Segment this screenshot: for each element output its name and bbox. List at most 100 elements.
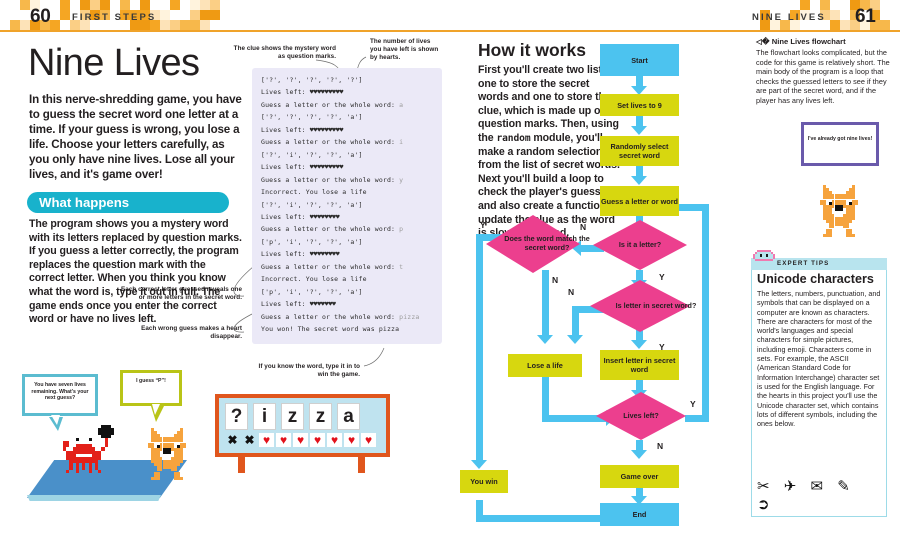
pixel (772, 256, 775, 259)
pixel-tile (190, 0, 200, 10)
pixel-tile (210, 10, 220, 20)
expert-tips-body: The letters, numbers, punctuation, and s… (757, 289, 881, 429)
flow-node-you-win: You win (460, 470, 508, 493)
crab-character (63, 425, 115, 480)
branch-label-y: Y (480, 220, 486, 230)
cat-speech-text-left: I guess “P”! (136, 378, 166, 384)
board-tiles: ? i z z a (219, 398, 386, 430)
pixel (98, 469, 102, 473)
board-mark-heart: ♥ (310, 433, 325, 447)
console-line: Lives left: ♥♥♥♥♥♥♥ (261, 300, 336, 309)
pixel-tile (170, 20, 180, 30)
pixel-tile (830, 10, 840, 20)
annotation-correct-letter: Each correct letter guessed reveals one … (121, 286, 242, 302)
board-mark-x: ✖ (227, 433, 238, 447)
board-tile: z (281, 403, 304, 430)
flow-decision-word-match-label: Does the word match the secret word? (504, 234, 590, 252)
console-line: ['?', 'i', '?', '?', 'a'] (261, 200, 363, 209)
board-tile: z (309, 403, 332, 430)
what-happens-body: The program shows you a mystery word wit… (29, 218, 242, 326)
branch-label-y: Y (690, 399, 696, 409)
pixel-tile (10, 20, 20, 30)
pixel (82, 466, 86, 470)
running-head-right: NINE LIVES (752, 12, 826, 23)
pixel-tile (140, 0, 150, 10)
illustration-scene: You have seven lives remaining. What's y… (0, 370, 450, 530)
flow-decision-lives-left: Lives left? (596, 392, 686, 440)
pixel (179, 459, 183, 463)
what-happens-label: What happens (39, 195, 130, 210)
flow-node-random-select: Randomly select secret word (600, 136, 679, 166)
console-line: Lives left: ♥♥♥♥♥♥♥♥ (261, 250, 340, 259)
crab-speech-text: You have seven lives remaining. What's y… (31, 382, 89, 402)
console-user-input: pizza (399, 312, 420, 321)
pixel (770, 258, 773, 261)
console-line: You won! The secret word was pizza (261, 325, 400, 334)
pixel (88, 469, 92, 473)
branch-label-n: N (580, 222, 587, 232)
pixel-tile (830, 20, 840, 30)
page-title: Nine Lives (28, 42, 200, 84)
cat-character-left (148, 428, 188, 481)
pixel-tile (190, 20, 200, 30)
pixel-tile (200, 10, 210, 20)
board-mark-heart: ♥ (293, 433, 308, 447)
pixel (104, 444, 108, 448)
pixel (177, 462, 180, 466)
unicode-symbols-row: ✂ ✈ ✉ ✎ ➲ (757, 478, 855, 513)
board-mark-heart: ♥ (259, 433, 274, 447)
crab-speech-bubble: You have seven lives remaining. What's y… (22, 374, 98, 431)
pixel-tile (160, 20, 170, 30)
pixel (98, 457, 102, 461)
flow-node-lose-life: Lose a life (508, 354, 582, 377)
flow-decision-letter-in-word: Is letter in secret word? (590, 280, 696, 332)
board-mark-heart: ♥ (327, 433, 342, 447)
board-mark-heart: ♥ (344, 433, 359, 447)
pixel (66, 444, 70, 448)
arrow-down (471, 460, 487, 469)
robot-icon (753, 250, 775, 264)
branch-label-n: N (552, 275, 559, 285)
console-user-input: y (399, 175, 404, 184)
flow-decision-lives-left-label: Lives left? (623, 410, 659, 420)
expert-tips-heading: Unicode characters (757, 272, 874, 286)
console-line: Lives left: ♥♥♥♥♥♥♥♥♥ (261, 88, 344, 97)
what-happens-heading: What happens (27, 192, 229, 213)
arrow-down (631, 126, 647, 135)
pixel-tile (210, 0, 220, 10)
pixel-tile (50, 20, 60, 30)
pixel-tile (120, 0, 130, 10)
branch-label-y: Y (659, 272, 665, 282)
pixel-tile (100, 0, 110, 10)
pixel-tile (180, 20, 190, 30)
pixel (75, 469, 79, 473)
console-line: Guess a letter or the whole word: i (261, 138, 404, 147)
console-line: Lives left: ♥♥♥♥♥♥♥♥♥ (261, 163, 344, 172)
pixel-tile (90, 0, 100, 10)
pixel-tile (80, 0, 90, 10)
flow-decision-word-match: Does the word match the secret word? (486, 215, 590, 273)
console-line: Lives left: ♥♥♥♥♥♥♥♥ (261, 212, 340, 221)
console-line: ['p', 'i', '?', '?', 'a'] (261, 237, 363, 246)
pixel (159, 468, 163, 472)
console-line: Guess a letter or the whole word: p (261, 225, 404, 234)
console-output: ['?', '?', '?', '?', '?'] Lives left: ♥♥♥… (252, 68, 442, 344)
console-lines: ['?', '?', '?', '?', '?'] Lives left: ♥♥♥… (252, 68, 442, 336)
arrow-down (631, 176, 647, 185)
board-tile: i (253, 403, 276, 430)
console-line: Lives left: ♥♥♥♥♥♥♥♥♥ (261, 125, 344, 134)
annotation-lives: The number of lives you have left is sho… (370, 38, 439, 62)
console-user-input: a (399, 100, 404, 109)
connector (542, 270, 549, 339)
console-line: Guess a letter or the whole word: y (261, 175, 404, 184)
console-line: ['?', '?', '?', '?', 'a'] (261, 113, 363, 122)
flow-node-guess: Guess a letter or word (600, 186, 679, 216)
pixel-tile (60, 0, 70, 10)
arrow-down (631, 450, 647, 459)
intro-paragraph: In this nerve-shredding game, you have t… (29, 93, 242, 182)
arrow-down (567, 335, 583, 344)
console-line: ['p', 'i', '?', '?', 'a'] (261, 287, 363, 296)
folio-number-right: 61 (855, 6, 876, 27)
connector (476, 515, 611, 522)
pixel-tile (60, 10, 70, 20)
